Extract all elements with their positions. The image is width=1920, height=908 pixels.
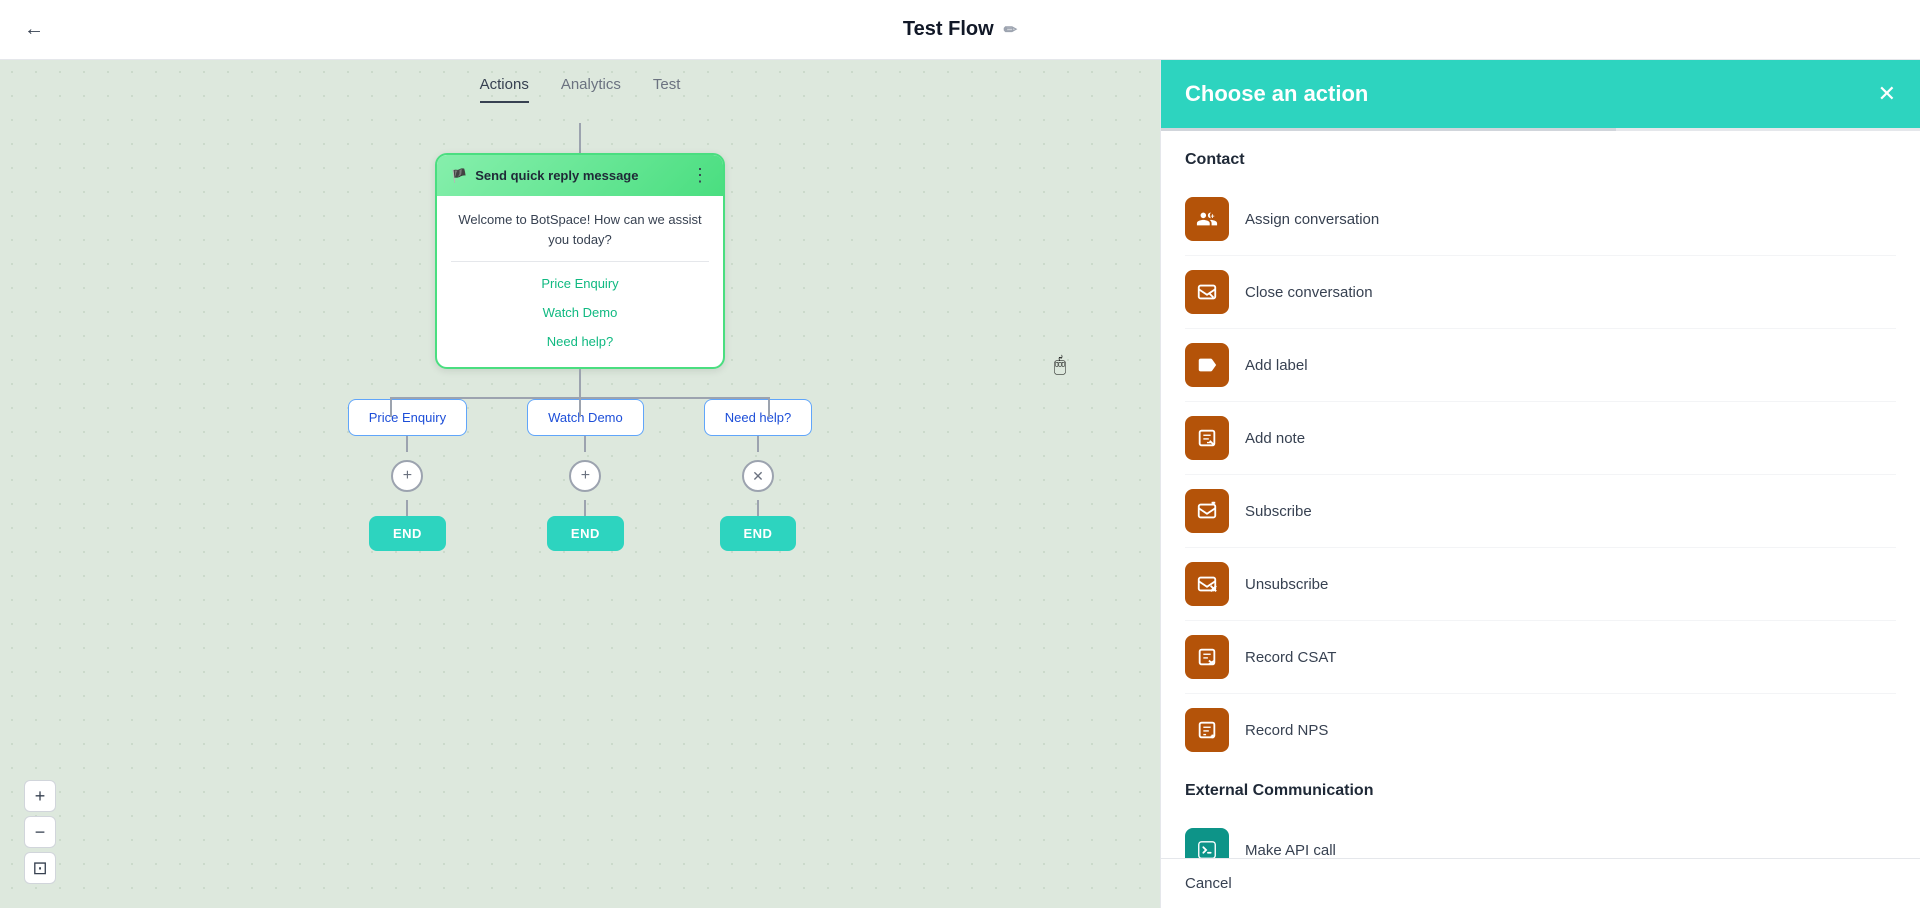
edit-icon[interactable]: ✏ [1004,20,1017,40]
header: ← Test Flow ✏ [0,0,1920,60]
branch-watch-demo: Watch Demo + END [527,399,644,551]
action-close-conversation[interactable]: Close conversation [1185,256,1896,329]
panel-header: Choose an action ✕ [1161,60,1920,128]
note-label: Add note [1245,430,1305,447]
action-record-nps[interactable]: Record NPS [1185,694,1896,766]
back-button[interactable]: ← [24,18,44,41]
tab-actions[interactable]: Actions [480,76,529,103]
action-subscribe[interactable]: Subscribe [1185,475,1896,548]
branch1-v-line2 [406,500,408,516]
label-icon [1185,343,1229,387]
quick-reply-2[interactable]: Watch Demo [451,301,709,324]
h-connector [390,397,770,399]
assign-icon: + [1185,197,1229,241]
scroll-indicator [1161,128,1920,131]
canvas-area: Actions Analytics Test 🏴 Send quick repl… [0,60,1160,908]
message-card-title: 🏴 Send quick reply message [451,168,638,184]
quick-replies: Price Enquiry Watch Demo Need help? [451,261,709,353]
action-unsubscribe[interactable]: Unsubscribe [1185,548,1896,621]
csat-label: Record CSAT [1245,649,1336,666]
message-card-body: Welcome to BotSpace! How can we assist y… [437,196,723,367]
panel-close-button[interactable]: ✕ [1878,81,1896,107]
message-card: 🏴 Send quick reply message ⋮ Welcome to … [435,153,725,369]
page-title: Test Flow ✏ [903,18,1017,41]
branch2-v-line [584,436,586,452]
external-comm-section: External Communication Make API call [1185,782,1896,858]
quick-reply-1[interactable]: Price Enquiry [451,272,709,295]
branches-section: Price Enquiry + END Watch Demo + END [348,397,812,551]
branch3-close-button[interactable]: ✕ [742,460,774,492]
branch1-v-line [406,436,408,452]
zoom-controls: + − ⊡ [24,780,56,884]
flow-container: 🏴 Send quick reply message ⋮ Welcome to … [0,103,1160,908]
message-text: Welcome to BotSpace! How can we assist y… [451,210,709,249]
tab-analytics[interactable]: Analytics [561,76,621,103]
subscribe-icon [1185,489,1229,533]
card-menu-icon[interactable]: ⋮ [691,165,709,186]
note-icon [1185,416,1229,460]
action-assign-conversation[interactable]: + Assign conversation [1185,183,1896,256]
subscribe-label: Subscribe [1245,503,1312,520]
branch2-v-line2 [584,500,586,516]
action-make-api-call[interactable]: Make API call [1185,814,1896,858]
quick-reply-3[interactable]: Need help? [451,330,709,353]
action-record-csat[interactable]: Record CSAT [1185,621,1896,694]
branch1-end: END [369,516,446,551]
branch2-end: END [547,516,624,551]
branch-nodes: Price Enquiry + END Watch Demo + END [348,399,812,551]
action-add-label[interactable]: Add label [1185,329,1896,402]
unsubscribe-label: Unsubscribe [1245,576,1328,593]
branch2-add-button[interactable]: + [569,460,601,492]
unsubscribe-icon [1185,562,1229,606]
label-label: Add label [1245,357,1308,374]
message-card-header: 🏴 Send quick reply message ⋮ [437,155,723,196]
cancel-button[interactable]: Cancel [1185,875,1232,892]
branch3-v-line [757,436,759,452]
close-conv-icon [1185,270,1229,314]
external-comm-title: External Communication [1185,782,1896,800]
branch-need-help: Need help? ✕ END [704,399,813,551]
nps-label: Record NPS [1245,722,1328,739]
panel-title: Choose an action [1185,81,1368,107]
api-icon [1185,828,1229,858]
card-branch-connector [579,369,581,397]
branch-label-demo[interactable]: Watch Demo [527,399,644,436]
main-layout: Actions Analytics Test 🏴 Send quick repl… [0,60,1920,908]
branch-price-enquiry: Price Enquiry + END [348,399,467,551]
api-label: Make API call [1245,842,1336,859]
panel-footer: Cancel [1161,858,1920,908]
branch1-add-button[interactable]: + [391,460,423,492]
flag-icon: 🏴 [451,168,467,184]
tab-test[interactable]: Test [653,76,681,103]
nps-icon [1185,708,1229,752]
panel-scroll[interactable]: Contact + Assign conversation [1161,131,1920,858]
close-conv-label: Close conversation [1245,284,1373,301]
contact-section: Contact + Assign conversation [1185,151,1896,766]
branch-label-price[interactable]: Price Enquiry [348,399,467,436]
zoom-in-button[interactable]: + [24,780,56,812]
branch3-v-line2 [757,500,759,516]
fit-button[interactable]: ⊡ [24,852,56,884]
branch-label-help[interactable]: Need help? [704,399,813,436]
right-panel: Choose an action ✕ Contact + [1160,60,1920,908]
tabs-bar: Actions Analytics Test [0,60,1160,103]
zoom-out-button[interactable]: − [24,816,56,848]
contact-section-title: Contact [1185,151,1896,169]
action-add-note[interactable]: Add note [1185,402,1896,475]
svg-text:+: + [1210,212,1214,221]
assign-label: Assign conversation [1245,211,1379,228]
branch3-end: END [720,516,797,551]
csat-icon [1185,635,1229,679]
top-connector [579,123,581,153]
